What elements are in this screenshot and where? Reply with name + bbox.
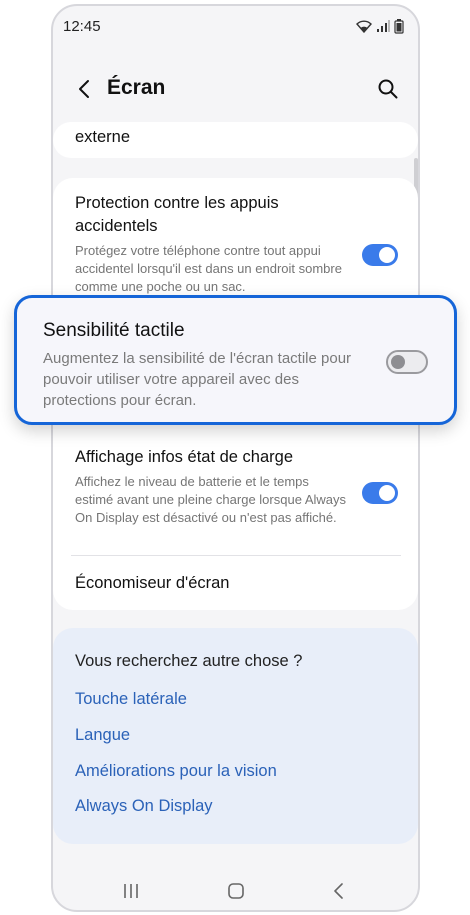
navigation-bar [53, 872, 418, 908]
page-title: Écran [107, 76, 166, 99]
wifi-icon [356, 19, 372, 33]
suggestion-link[interactable]: Touche latérale [75, 690, 187, 709]
setting-touch-sensitivity[interactable]: Sensibilité tactile Augmentez la sensibi… [14, 295, 457, 425]
battery-icon [394, 18, 404, 34]
signal-icon [377, 19, 390, 32]
recents-icon[interactable] [119, 880, 143, 902]
settings-card-partial: externe [53, 122, 418, 158]
setting-screen-saver-title: Économiseur d'écran [75, 574, 230, 592]
phone-frame: 12:45 Écran externe Protection contre le… [51, 4, 420, 912]
app-header: Écran [53, 68, 418, 110]
suggestion-link[interactable]: Langue [75, 726, 130, 745]
suggestion-link[interactable]: Améliorations pour la vision [75, 762, 277, 781]
status-time: 12:45 [63, 17, 101, 35]
setting-touch-sensitivity-title: Sensibilité tactile [43, 320, 185, 341]
back-icon[interactable] [327, 880, 351, 902]
status-bar: 12:45 [53, 6, 418, 46]
toggle-knob [379, 485, 395, 501]
partial-item-title[interactable]: externe [75, 126, 130, 149]
setting-screen-saver[interactable]: Économiseur d'écran [53, 572, 418, 600]
setting-touch-sensitivity-desc: Augmentez la sensibilité de l'écran tact… [43, 350, 352, 409]
toggle-knob [391, 355, 405, 369]
setting-protection-desc: Protégez votre téléphone contre tout app… [75, 243, 342, 294]
search-icon[interactable] [376, 77, 400, 101]
protection-toggle[interactable] [362, 244, 398, 266]
setting-charging-desc: Affichez le niveau de batterie et le tem… [75, 474, 346, 525]
suggestions-card: Vous recherchez autre chose ? Touche lat… [53, 628, 418, 844]
chevron-left-icon[interactable] [73, 77, 97, 101]
suggestion-link[interactable]: Always On Display [75, 797, 213, 816]
toggle-knob [379, 247, 395, 263]
setting-charging-info[interactable]: Affichage infos état de charge Affichez … [53, 446, 418, 546]
charging-info-toggle[interactable] [362, 482, 398, 504]
setting-protection[interactable]: Protection contre les appuis accidentels… [53, 192, 418, 302]
divider [71, 555, 401, 556]
home-icon[interactable] [224, 880, 248, 902]
status-icons [356, 18, 404, 34]
touch-sensitivity-toggle[interactable] [386, 350, 428, 374]
setting-charging-title: Affichage infos état de charge [75, 448, 294, 466]
suggestions-title: Vous recherchez autre chose ? [75, 652, 303, 670]
setting-protection-title: Protection contre les appuis accidentels [75, 194, 279, 235]
